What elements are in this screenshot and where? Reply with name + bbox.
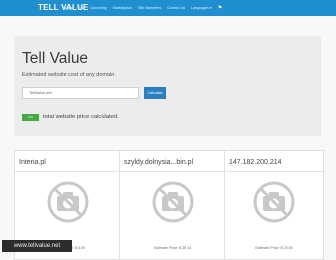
nav-home[interactable]: Home [63,5,73,11]
card-divider [15,171,120,172]
nav-marketplace[interactable]: Marketplace [113,5,133,11]
nav-languages[interactable]: Languages ▾ [191,5,212,11]
source-watermark: www.tellvalue.net [2,240,72,252]
domain-input[interactable]: TellValue.net [22,87,139,99]
card-title[interactable]: 147.182.200.214 [229,158,282,167]
calculate-button[interactable]: Calculate [144,87,166,99]
top-navbar: TELL VALUE Home Top Upcoming Marketplace… [0,0,336,16]
flag-icon[interactable]: ⚑ [218,5,222,11]
card-title[interactable]: szyldy.dolnysia...bin.pl [124,158,193,167]
calculated-text: total website price calculated. [43,114,119,120]
estimate-price: Estimate Price: $ 25.14 [153,246,192,250]
nav-site-marketers[interactable]: Site Marketers [138,5,161,11]
page-subtitle: Estimated website cost of any domain. [22,72,116,78]
no-image-camera-icon [152,181,193,223]
page-title: Tell Value [22,50,89,67]
card-title[interactable]: Interia.pl [19,158,46,167]
no-image-camera-icon [47,181,88,223]
card-divider [120,171,225,172]
nav-contact-us[interactable]: Contact Us [167,5,185,11]
site-card[interactable]: 147.182.200.214 Estimate Price: $ 25.00 [224,150,324,260]
nav-upcoming[interactable]: Upcoming [90,5,106,11]
site-card[interactable]: szyldy.dolnysia...bin.pl Estimate Price:… [119,150,226,260]
card-divider [225,171,323,172]
nav-top[interactable]: Top [79,5,85,11]
hero-panel: Tell Value Estimated website cost of any… [14,36,321,136]
count-badge: 100 [22,114,39,121]
main-nav: Home Top Upcoming Marketplace Site Marke… [63,5,222,11]
no-image-camera-icon [253,181,295,223]
estimate-price: Estimate Price: $ 25.00 [255,246,293,250]
